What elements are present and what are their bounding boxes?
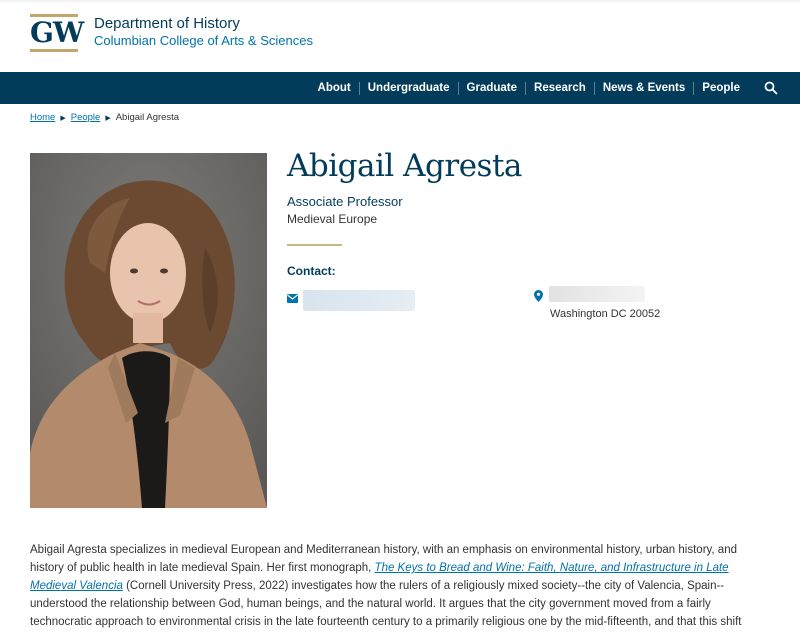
main-nav: About Undergraduate Graduate Research Ne… (0, 72, 800, 104)
nav-graduate[interactable]: Graduate (459, 81, 527, 95)
breadcrumb-current: Abigail Agresta (115, 112, 180, 123)
chevron-right-icon: ▶ (105, 114, 111, 122)
nav-research[interactable]: Research (526, 81, 595, 95)
search-icon[interactable] (764, 81, 778, 95)
bio-text-2: (Cornell University Press, 2022) investi… (30, 580, 742, 628)
chevron-right-icon: ▶ (60, 114, 66, 122)
envelope-icon (287, 294, 298, 303)
college-name[interactable]: Columbian College of Arts & Sciences (94, 33, 313, 48)
portrait-illustration (30, 153, 267, 508)
profile-divider (287, 244, 342, 246)
department-name[interactable]: Department of History (94, 15, 240, 32)
location-pin-icon (534, 290, 543, 302)
nav-people[interactable]: People (694, 82, 748, 95)
profile-field: Medieval Europe (287, 212, 378, 226)
breadcrumb-people[interactable]: People (71, 112, 101, 123)
nav-about[interactable]: About (310, 81, 360, 95)
site-header: GW Department of History Columbian Colle… (0, 0, 800, 72)
address-line-redacted (549, 286, 645, 302)
breadcrumb: Home ▶ People ▶ Abigail Agresta (30, 112, 179, 123)
nav-items: About Undergraduate Graduate Research Ne… (310, 72, 748, 104)
gw-logo[interactable]: GW (30, 14, 84, 52)
logo-bar-bottom (30, 49, 78, 52)
address-city: Washington DC 20052 (550, 308, 661, 320)
contact-label: Contact: (287, 264, 336, 278)
profile-photo (30, 153, 267, 508)
logo-text: GW (30, 16, 84, 49)
nav-undergraduate[interactable]: Undergraduate (360, 81, 459, 95)
profile-name: Abigail Agresta (287, 148, 522, 184)
email-link-redacted[interactable] (303, 290, 415, 311)
breadcrumb-home[interactable]: Home (30, 112, 55, 123)
profile-title: Associate Professor (287, 194, 403, 209)
nav-news-events[interactable]: News & Events (595, 81, 695, 95)
bio-paragraph: Abigail Agresta specializes in medieval … (30, 541, 770, 631)
